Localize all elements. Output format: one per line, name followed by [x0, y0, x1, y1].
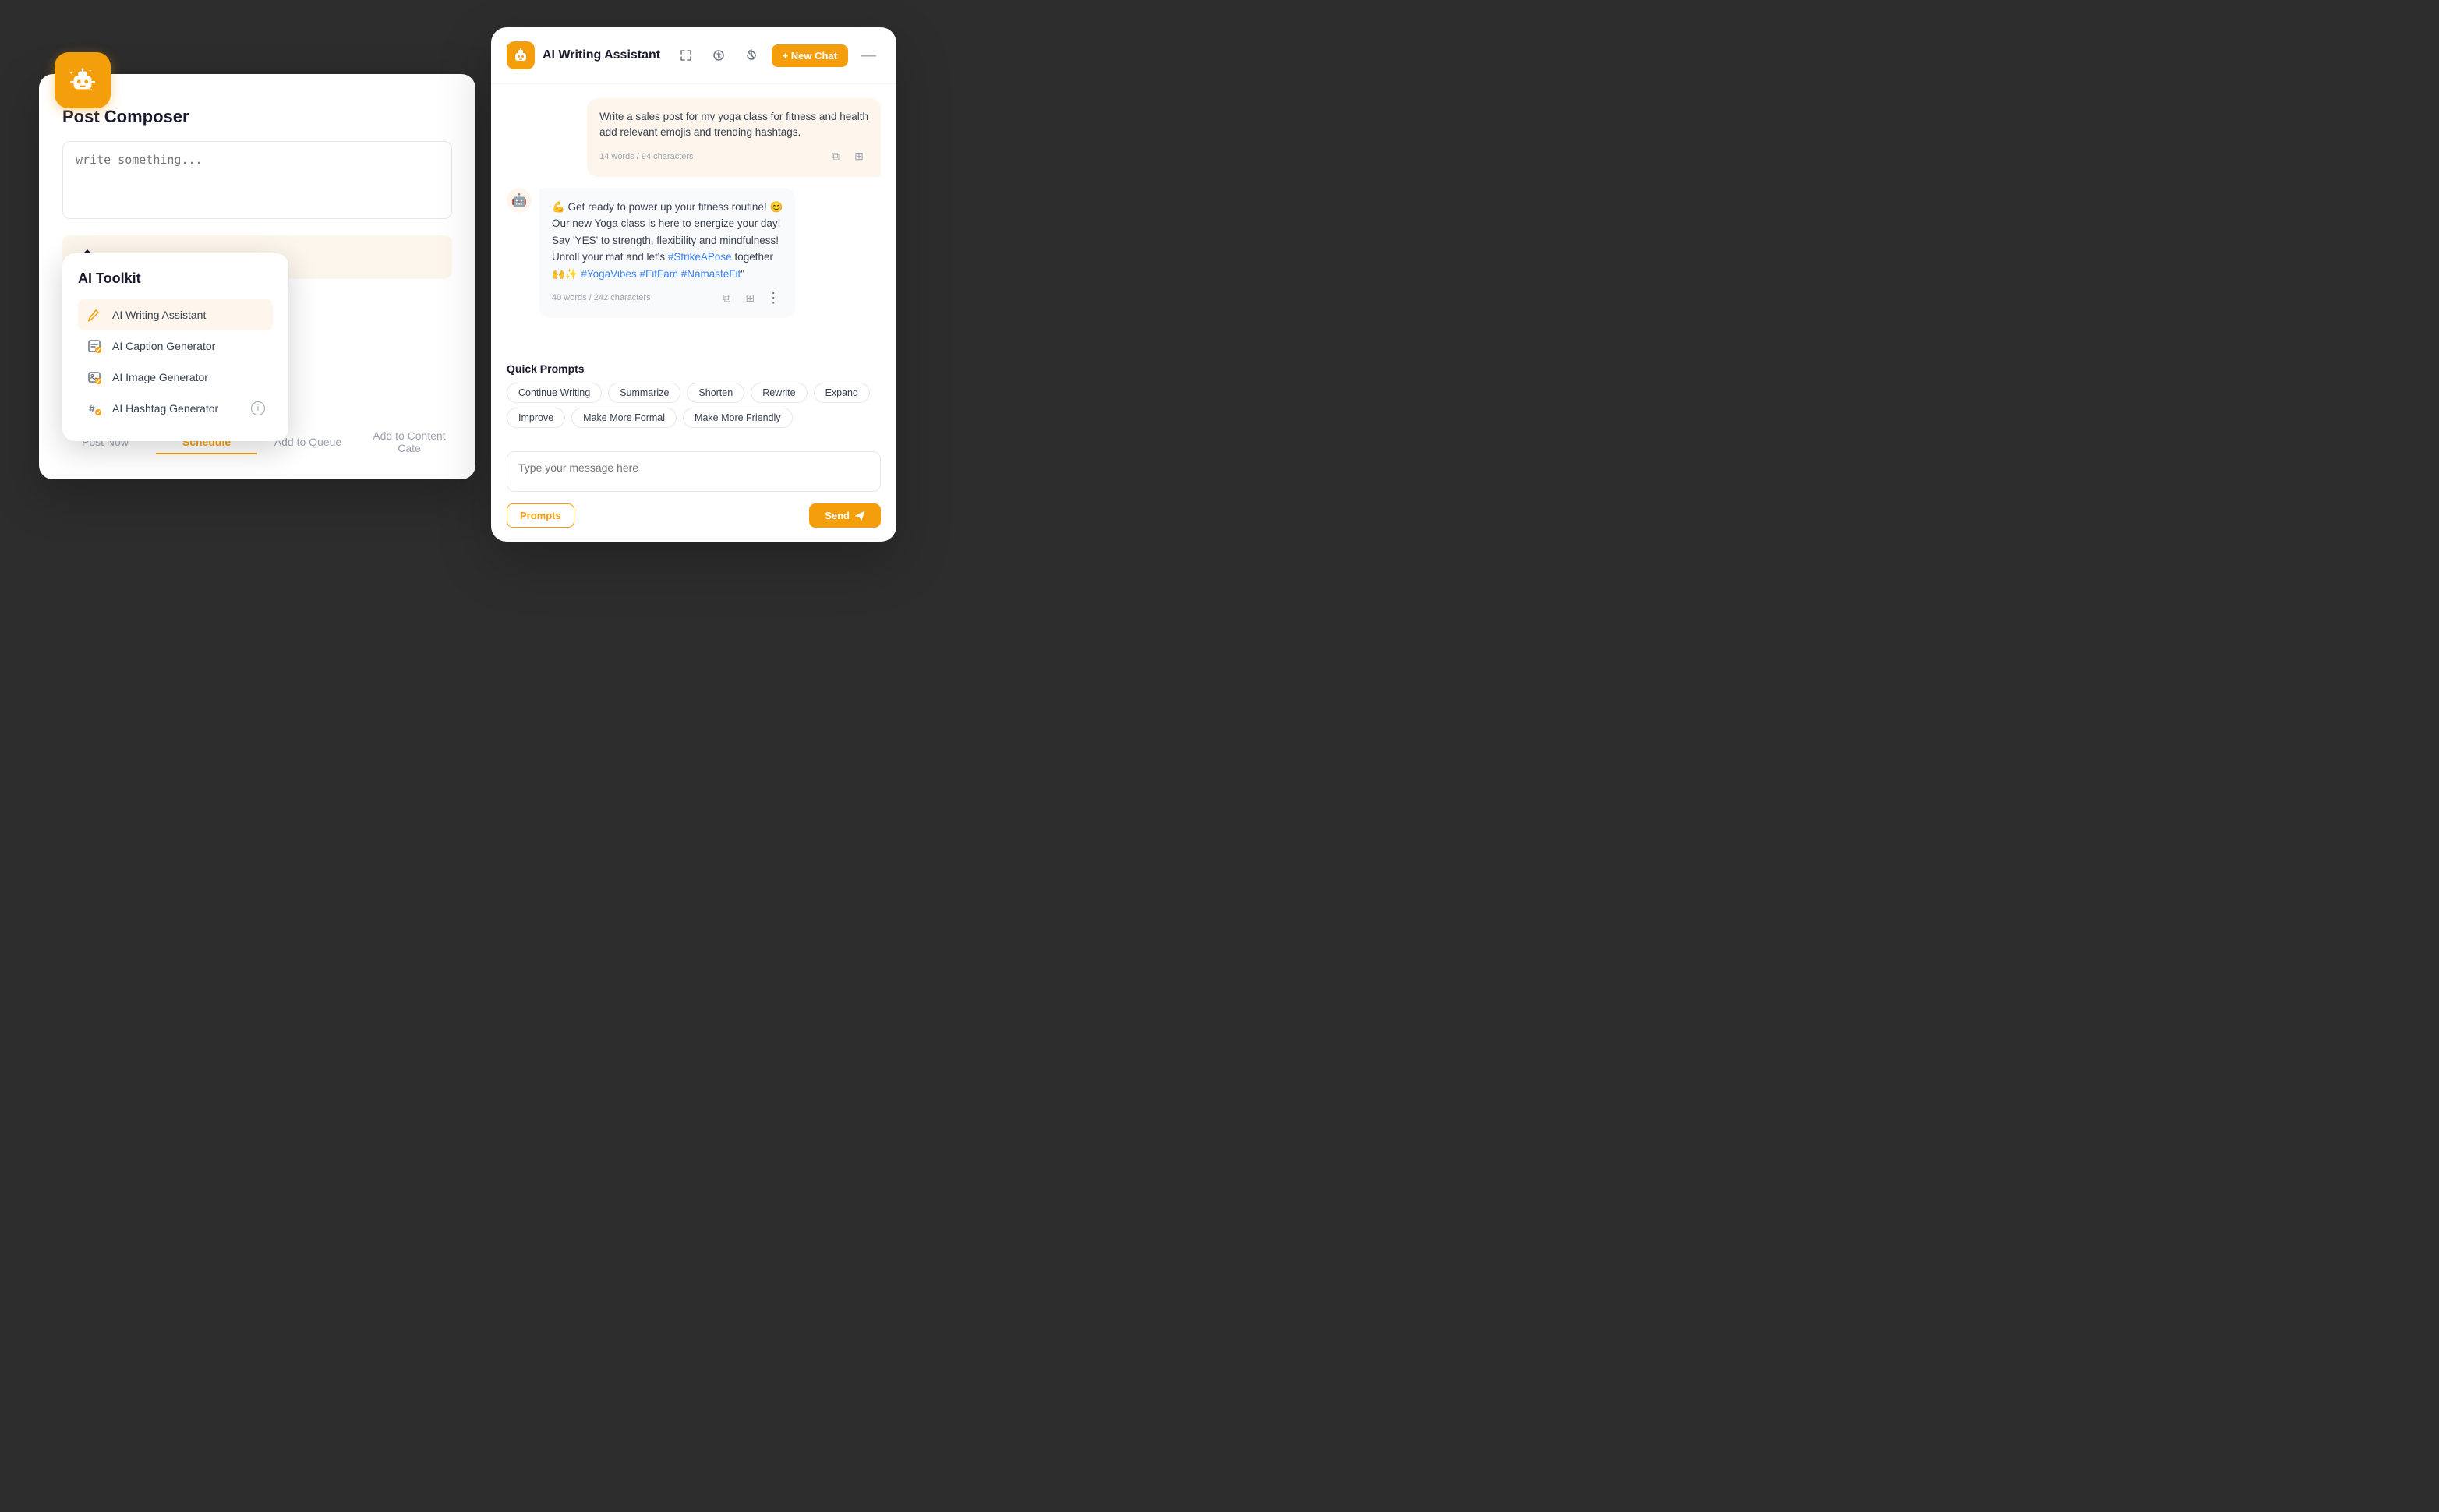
chip-shorten[interactable]: Shorten	[687, 383, 744, 403]
caption-generator-icon	[86, 337, 103, 355]
user-message-bubble: Write a sales post for my yoga class for…	[587, 98, 881, 177]
svg-text:✦: ✦	[89, 69, 92, 74]
chat-header: AI Writing Assistant + New Chat	[491, 27, 896, 84]
new-chat-button[interactable]: + New Chat	[772, 44, 848, 67]
chip-continue-writing[interactable]: Continue Writing	[507, 383, 602, 403]
toolkit-item-image[interactable]: AI Image Generator	[78, 362, 273, 393]
ai-chat-panel: AI Writing Assistant + New Chat	[491, 27, 896, 542]
svg-text:✦: ✦	[69, 70, 73, 76]
chat-robot-icon	[507, 41, 535, 69]
user-message-text: Write a sales post for my yoga class for…	[599, 109, 868, 141]
ai-toolkit-panel: AI Toolkit AI Writing Assistant	[62, 253, 288, 441]
hashtag-fitfam[interactable]: #FitFam	[639, 268, 678, 280]
chat-input-area: Prompts Send	[491, 442, 896, 542]
hashtag-strikeapose[interactable]: #StrikeAPose	[668, 251, 732, 263]
ai-word-count: 40 words / 242 characters	[552, 293, 651, 302]
ai-response-text: 💪 Get ready to power up your fitness rou…	[552, 199, 783, 283]
hashtag-generator-icon: #	[86, 400, 103, 417]
bookmark-icon[interactable]: ⊞	[850, 147, 868, 166]
hashtag-info-icon[interactable]: i	[251, 401, 265, 415]
user-bubble-actions: ⧉ ⊞	[826, 147, 868, 166]
writing-assistant-label: AI Writing Assistant	[112, 309, 265, 321]
send-label: Send	[825, 510, 850, 521]
composer-title: Post Composer	[62, 107, 452, 127]
hashtag-namastefitness[interactable]: #NamasteFit	[681, 268, 741, 280]
chip-summarize[interactable]: Summarize	[608, 383, 680, 403]
ai-copy-icon[interactable]: ⧉	[717, 288, 736, 307]
user-bubble-meta: 14 words / 94 characters ⧉ ⊞	[599, 147, 868, 166]
toolkit-item-writing[interactable]: AI Writing Assistant	[78, 299, 273, 330]
message-input[interactable]	[507, 451, 881, 492]
chat-body: Write a sales post for my yoga class for…	[491, 84, 896, 353]
chat-footer-row: Prompts Send	[507, 503, 881, 528]
chip-improve[interactable]: Improve	[507, 408, 565, 428]
scene: ✦ ✦ ✦ Post Composer UTM what channel is?…	[39, 27, 896, 557]
tab-add-to-content[interactable]: Add to Content Cate	[359, 423, 460, 461]
ai-avatar: 🤖	[507, 188, 532, 213]
history-icon-btn[interactable]	[739, 43, 764, 68]
robot-icon-badge: ✦ ✦ ✦	[55, 52, 111, 108]
prompts-row-2: Improve Make More Formal Make More Frien…	[507, 408, 881, 428]
hashtag-yogavibes[interactable]: #YogaVibes	[581, 268, 636, 280]
prompts-button[interactable]: Prompts	[507, 503, 574, 528]
image-generator-label: AI Image Generator	[112, 371, 265, 383]
prompts-row-1: Continue Writing Summarize Shorten Rewri…	[507, 383, 881, 403]
chip-expand[interactable]: Expand	[814, 383, 870, 403]
dollar-icon-btn[interactable]	[706, 43, 731, 68]
svg-text:#: #	[89, 402, 95, 415]
send-icon	[854, 510, 865, 521]
write-textarea[interactable]	[62, 141, 452, 219]
ai-response-row: 🤖 💪 Get ready to power up your fitness r…	[507, 188, 881, 319]
toolkit-item-hashtag[interactable]: # AI Hashtag Generator i	[78, 393, 273, 424]
chip-make-friendly[interactable]: Make More Friendly	[683, 408, 792, 428]
writing-assistant-icon	[86, 306, 103, 323]
hashtag-generator-label: AI Hashtag Generator	[112, 402, 242, 415]
ai-bubble-actions: 40 words / 242 characters ⧉ ⊞ ⋮	[552, 288, 783, 307]
ai-bookmark-icon[interactable]: ⊞	[741, 288, 759, 307]
toolkit-item-caption[interactable]: AI Caption Generator	[78, 330, 273, 362]
chip-make-formal[interactable]: Make More Formal	[571, 408, 677, 428]
image-generator-icon	[86, 369, 103, 386]
send-button[interactable]: Send	[809, 503, 881, 528]
ai-response-bubble: 💪 Get ready to power up your fitness rou…	[539, 188, 795, 319]
user-word-count: 14 words / 94 characters	[599, 152, 693, 161]
chat-panel-title: AI Writing Assistant	[543, 48, 666, 62]
copy-icon[interactable]: ⧉	[826, 147, 845, 166]
svg-text:✦: ✦	[90, 88, 94, 91]
minimize-button[interactable]: —	[856, 43, 881, 68]
chip-rewrite[interactable]: Rewrite	[751, 383, 807, 403]
caption-generator-label: AI Caption Generator	[112, 340, 265, 352]
quick-prompts-section: Quick Prompts Continue Writing Summarize…	[491, 353, 896, 442]
expand-icon-btn[interactable]	[673, 43, 698, 68]
toolkit-title: AI Toolkit	[78, 270, 273, 287]
more-options-icon[interactable]: ⋮	[764, 288, 783, 307]
quick-prompts-title: Quick Prompts	[507, 362, 881, 375]
